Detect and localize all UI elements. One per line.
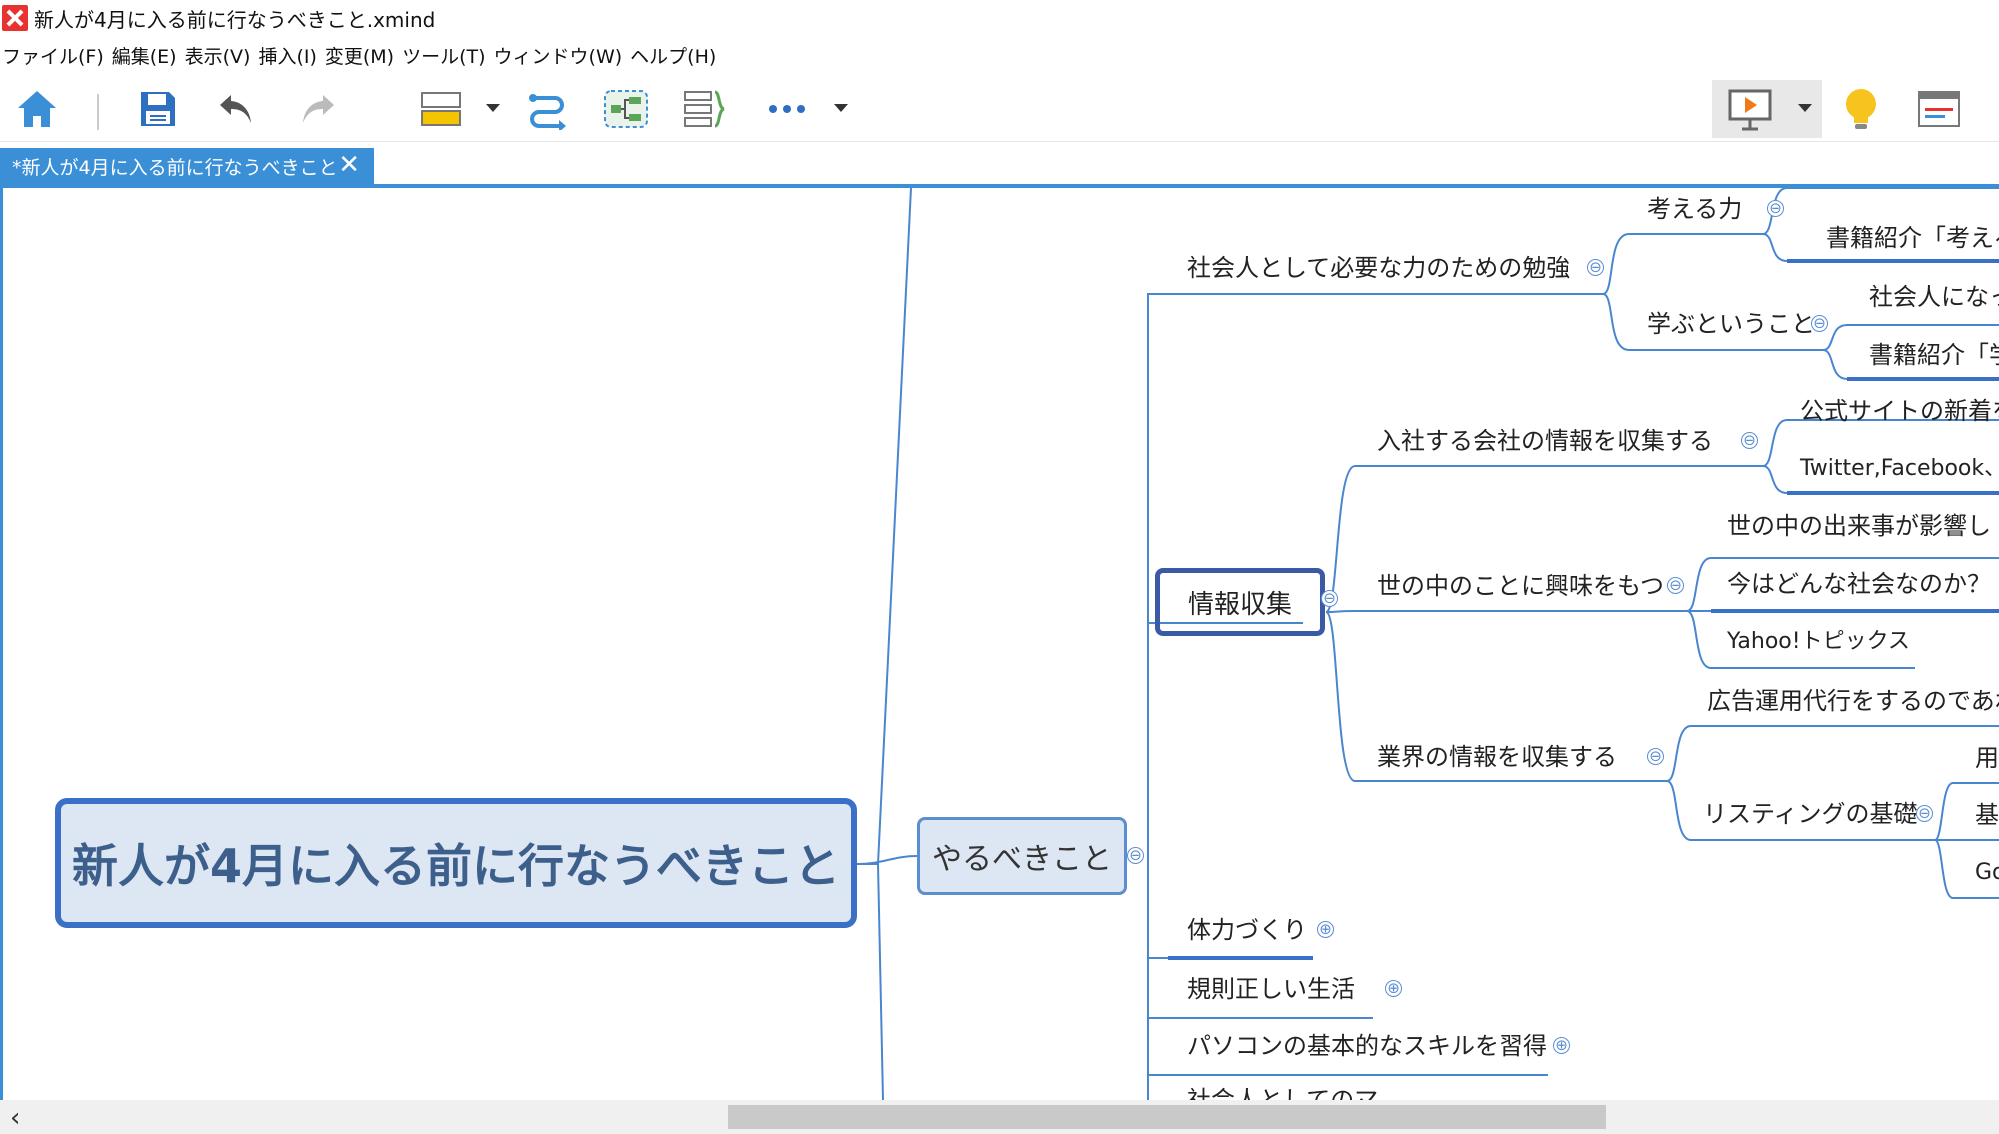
mindmap-canvas[interactable]: 新人が4月に入る前に行なうべきこと やるべきこと ⊖ 社会人として必要な力のため… (0, 188, 1999, 1100)
more-icon[interactable] (764, 86, 810, 132)
expand-icon[interactable]: ⊕ (1385, 980, 1402, 997)
topic-study[interactable]: 社会人として必要な力のための勉強 (1187, 256, 1570, 280)
topic-official[interactable]: 公式サイトの新着を (1800, 399, 1999, 423)
save-icon[interactable] (135, 86, 181, 132)
topic-fitness[interactable]: 体力づくり (1187, 918, 1307, 942)
horizontal-scrollbar[interactable]: ‹ (0, 1100, 1999, 1134)
topic-dropdown-icon[interactable] (486, 104, 500, 112)
presentation-icon (1728, 88, 1772, 136)
topic-events[interactable]: 世の中の出来事が影響し (1727, 514, 1991, 538)
collapse-icon[interactable]: ⊖ (1916, 805, 1933, 822)
summary-icon[interactable] (682, 86, 728, 132)
topic-listing[interactable]: リスティングの基礎 (1703, 802, 1918, 826)
menu-insert[interactable]: 挿入(I) (256, 42, 322, 69)
topic-yarubeki[interactable]: やるべきこと (917, 817, 1127, 895)
collapse-icon[interactable]: ⊖ (1647, 748, 1664, 765)
window-title: 新人が4月に入る前に行なうべきこと.xmind (34, 7, 436, 32)
idea-icon[interactable] (1838, 86, 1884, 132)
topic-twitter[interactable]: Twitter,Facebook、 (1800, 458, 1999, 480)
menu-tools[interactable]: ツール(T) (400, 42, 491, 69)
topic-book-think[interactable]: 書籍紹介「考える (1826, 226, 1999, 250)
expand-icon[interactable]: ⊕ (1553, 1037, 1570, 1054)
menu-view[interactable]: 表示(V) (183, 42, 257, 69)
home-icon[interactable] (14, 86, 60, 132)
collapse-icon[interactable]: ⊖ (1321, 590, 1338, 607)
relationship-icon[interactable] (524, 86, 570, 132)
presentation-dropdown-icon[interactable] (1798, 104, 1812, 112)
menu-window[interactable]: ウィンドウ(W) (492, 42, 629, 69)
topic-icon[interactable] (418, 86, 464, 132)
close-tab-icon[interactable]: ✕ (338, 150, 360, 180)
collapse-icon[interactable]: ⊖ (1667, 577, 1684, 594)
toolbar-divider (97, 94, 99, 130)
more-dropdown-icon[interactable] (834, 104, 848, 112)
undo-icon[interactable] (214, 86, 260, 132)
boundary-icon[interactable] (603, 86, 649, 132)
tab-document[interactable]: *新人が4月に入る前に行なうべきこと ✕ (0, 148, 374, 184)
topic-info[interactable]: 情報収集 (1155, 568, 1325, 636)
presentation-button[interactable] (1712, 80, 1822, 138)
menu-help[interactable]: ヘルプ(H) (628, 42, 722, 69)
topic-company[interactable]: 入社する会社の情報を収集する (1377, 429, 1713, 453)
tab-label: *新人が4月に入る前に行なうべきこと (12, 156, 338, 179)
topic-yo[interactable]: 用 (1975, 746, 1999, 770)
topic-think[interactable]: 考える力 (1647, 197, 1742, 221)
topic-world[interactable]: 世の中のことに興味をもつ (1377, 574, 1664, 598)
topic-book-learn[interactable]: 書籍紹介「学 (1869, 343, 1999, 367)
xmind-logo-icon (2, 5, 28, 31)
collapse-icon[interactable]: ⊖ (1741, 432, 1758, 449)
scroll-thumb[interactable] (728, 1105, 1606, 1129)
topic-ki[interactable]: 基 (1975, 803, 1999, 827)
topic-learn[interactable]: 学ぶということ (1647, 312, 1815, 336)
scroll-left-icon[interactable]: ‹ (10, 1103, 20, 1133)
topic-ad[interactable]: 広告運用代行をするのであれ (1707, 689, 1999, 713)
topic-yahoo[interactable]: Yahoo!トピックス (1727, 631, 1910, 653)
collapse-icon[interactable]: ⊖ (1127, 847, 1144, 864)
expand-icon[interactable]: ⊕ (1317, 921, 1334, 938)
collapse-icon[interactable]: ⊖ (1767, 200, 1784, 217)
title-bar: 新人が4月に入る前に行なうべきこと.xmind (0, 0, 1999, 36)
topic-industry[interactable]: 業界の情報を収集する (1377, 745, 1617, 769)
menu-edit[interactable]: 編集(E) (110, 42, 183, 69)
topic-pc[interactable]: パソコンの基本的なスキルを習得 (1187, 1034, 1547, 1058)
topic-society[interactable]: 今はどんな社会なのか？ (1727, 572, 1991, 596)
tab-bar: *新人が4月に入る前に行なうべきこと ✕ (0, 148, 1999, 188)
menu-file[interactable]: ファイル(F) (0, 42, 110, 69)
collapse-icon[interactable]: ⊖ (1587, 259, 1604, 276)
topic-cut[interactable]: 社会人としてのマ (1187, 1088, 1378, 1100)
collapse-icon[interactable]: ⊖ (1811, 315, 1828, 332)
toolbar (0, 76, 1999, 142)
topic-become[interactable]: 社会人になっ (1869, 285, 1999, 309)
topic-regular[interactable]: 規則正しい生活 (1187, 977, 1355, 1001)
menu-modify[interactable]: 変更(M) (323, 42, 400, 69)
central-topic[interactable]: 新人が4月に入る前に行なうべきこと (55, 798, 857, 928)
topic-go[interactable]: Go (1975, 862, 1999, 884)
menu-bar: ファイル(F) 編集(E) 表示(V) 挿入(I) 変更(M) ツール(T) ウ… (0, 38, 722, 72)
redo-icon[interactable] (294, 86, 340, 132)
panel-icon[interactable] (1916, 86, 1962, 132)
